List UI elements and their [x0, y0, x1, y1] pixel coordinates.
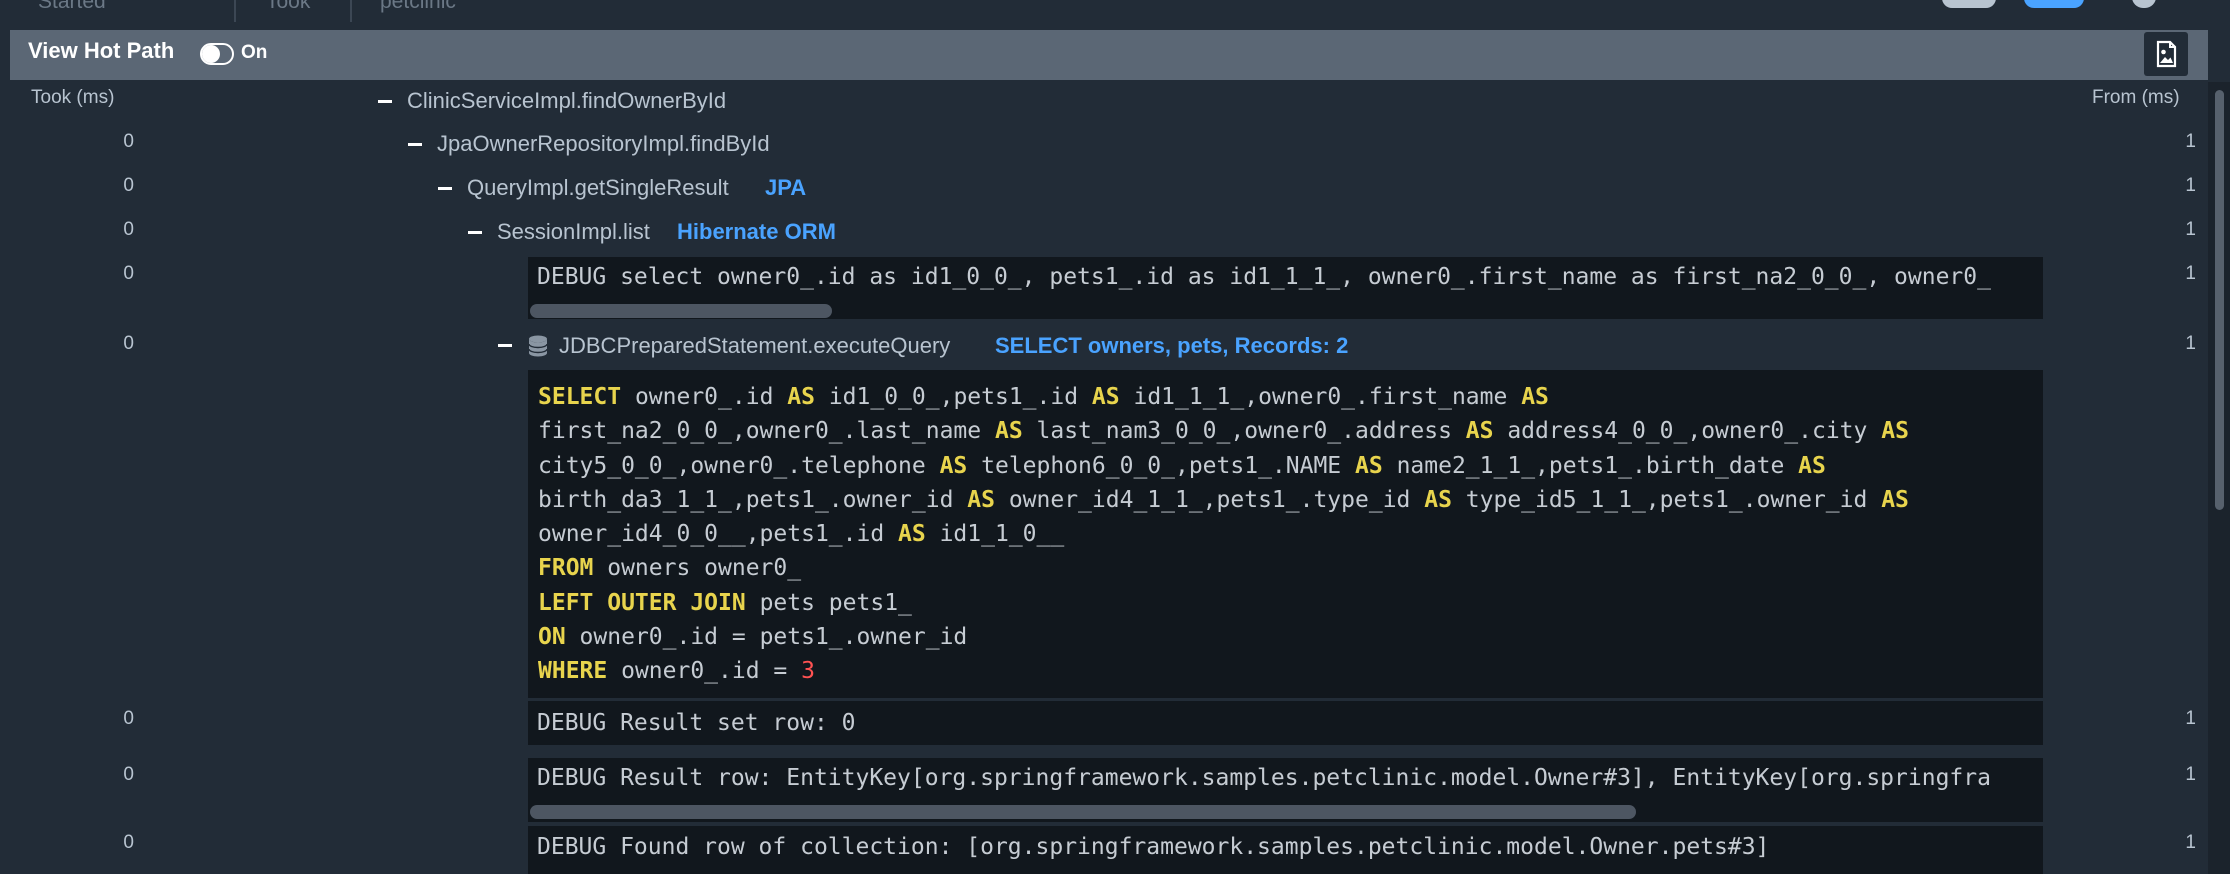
tree-node-method[interactable]: ClinicServiceImpl.findOwnerById — [407, 88, 726, 114]
took-value: 0 — [123, 219, 134, 240]
debug-log-text: DEBUG select owner0_.id as id1_0_0_, pet… — [537, 264, 1991, 290]
took-value: 0 — [123, 764, 134, 785]
export-image-button[interactable] — [2144, 32, 2188, 76]
took-value: 0 — [123, 832, 134, 853]
from-column-header: From (ms) — [2092, 87, 2180, 108]
horizontal-scrollbar[interactable] — [530, 805, 1636, 819]
view-hot-path-title: View Hot Path — [28, 38, 175, 63]
debug-log-box: DEBUG Found row of collection: [org.spri… — [528, 826, 2043, 874]
from-value: 1 — [2185, 175, 2196, 196]
database-icon — [528, 335, 548, 357]
status-badge[interactable] — [1942, 0, 1996, 8]
top-summary-bar — [0, 0, 2230, 28]
collapse-icon[interactable] — [378, 100, 392, 103]
took-value: 0 — [123, 708, 134, 729]
from-value: 1 — [2185, 708, 2196, 729]
from-value: 1 — [2185, 131, 2196, 152]
horizontal-scrollbar[interactable] — [530, 304, 832, 318]
from-value: 1 — [2185, 263, 2196, 284]
app-name: petclinic — [380, 0, 456, 13]
debug-log-text: DEBUG Result row: EntityKey[org.springfr… — [537, 765, 1991, 791]
started-label: Started — [38, 0, 106, 13]
divider — [350, 0, 352, 22]
took-label: Took — [266, 0, 311, 13]
took-column-header: Took (ms) — [31, 87, 115, 108]
hot-path-header — [10, 30, 2208, 80]
tree-node-method[interactable]: JDBCPreparedStatement.executeQuery — [559, 333, 950, 359]
debug-log-text: DEBUG Found row of collection: [org.spri… — [537, 834, 1770, 860]
collapse-icon[interactable] — [498, 344, 512, 347]
from-value: 1 — [2185, 832, 2196, 853]
toggle-state-label: On — [241, 42, 268, 63]
tree-node-method[interactable]: QueryImpl.getSingleResult — [467, 175, 729, 201]
divider — [234, 0, 236, 22]
framework-tag: JPA — [765, 175, 807, 200]
collapse-icon[interactable] — [468, 231, 482, 234]
took-value: 0 — [123, 333, 134, 354]
took-value: 0 — [123, 175, 134, 196]
framework-tag: Hibernate ORM — [677, 219, 836, 244]
took-value: 0 — [123, 263, 134, 284]
query-summary-tag: SELECT owners, pets, Records: 2 — [995, 333, 1349, 358]
from-value: 1 — [2185, 219, 2196, 240]
vertical-scrollbar-thumb[interactable] — [2215, 90, 2224, 510]
tree-node-method[interactable]: SessionImpl.list — [497, 219, 650, 245]
tree-node-method[interactable]: JpaOwnerRepositoryImpl.findById — [437, 131, 770, 157]
from-value: 1 — [2185, 333, 2196, 354]
collapse-icon[interactable] — [408, 143, 422, 146]
sql-statement-text: SELECT owner0_.id AS id1_0_0_,pets1_.id … — [538, 384, 1909, 685]
action-button[interactable] — [2024, 0, 2084, 8]
toggle-knob[interactable] — [202, 45, 220, 63]
image-export-icon — [2156, 40, 2177, 68]
from-value: 1 — [2185, 764, 2196, 785]
debug-log-text: DEBUG Result set row: 0 — [537, 710, 856, 736]
collapse-icon[interactable] — [438, 187, 452, 190]
debug-log-box: DEBUG Result set row: 0 — [528, 701, 2043, 745]
took-value: 0 — [123, 131, 134, 152]
